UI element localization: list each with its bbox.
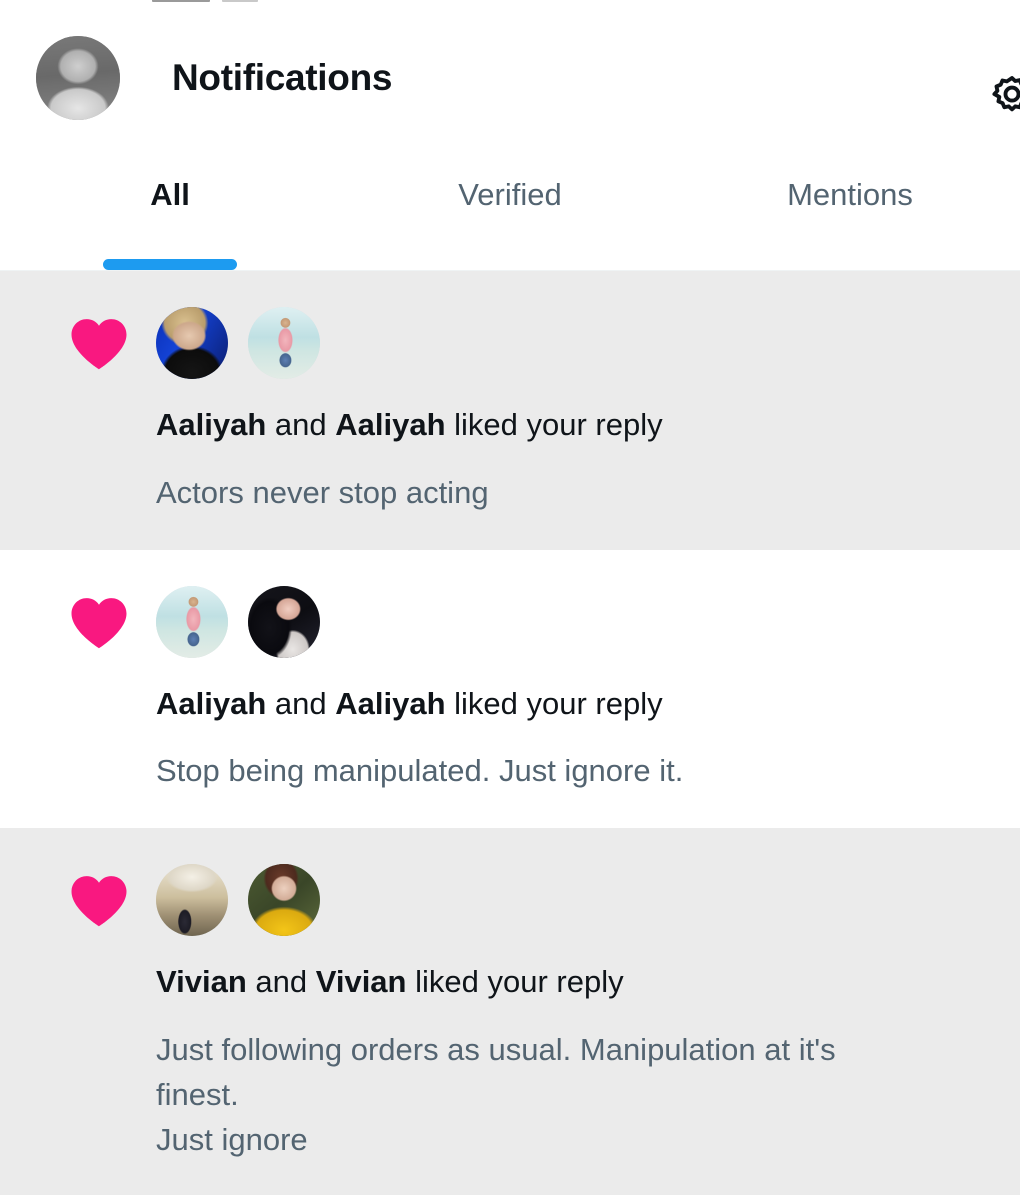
tab-active-indicator: [103, 259, 237, 270]
notification-icons-row: [68, 584, 990, 660]
notification-headline: Vivian and Vivian liked your reply: [68, 962, 990, 1002]
notification-row[interactable]: Aaliyah and Aaliyah liked your reply Sto…: [0, 549, 1020, 829]
notification-row[interactable]: Vivian and Vivian liked your reply Just …: [0, 828, 1020, 1195]
partial-element-right: [222, 0, 258, 2]
notification-headline: Aaliyah and Aaliyah liked your reply: [68, 405, 990, 445]
actor-avatars: [156, 585, 340, 658]
actor-photo: [156, 307, 228, 379]
page-title: Notifications: [172, 56, 393, 98]
actor-name-secondary: Aaliyah: [335, 407, 446, 442]
notification-body: Actors never stop acting: [156, 474, 489, 510]
tab-mentions-label: Mentions: [787, 177, 913, 212]
actor-avatar[interactable]: [156, 864, 228, 937]
actor-photo: [156, 864, 228, 937]
actor-name-primary: Aaliyah: [156, 685, 267, 721]
actor-photo: [248, 307, 320, 379]
actor-avatar[interactable]: [156, 307, 228, 379]
heart-icon: [68, 871, 130, 929]
settings-button[interactable]: [986, 70, 1020, 122]
profile-photo: [36, 35, 120, 120]
headline-conjunction: and: [266, 685, 336, 721]
headline-action: liked your reply: [445, 685, 663, 721]
actor-name-secondary: Aaliyah: [335, 685, 446, 721]
notifications-tab-bar: All Verified Mentions: [0, 145, 1020, 271]
notification-body: Stop being manipulated. Just ignore it.: [156, 753, 684, 789]
notification-headline: Aaliyah and Aaliyah liked your reply: [68, 684, 990, 724]
app-header: Notifications: [0, 10, 1020, 145]
tab-all[interactable]: All: [0, 145, 340, 270]
avatar[interactable]: [36, 35, 120, 120]
heart-icon: [68, 593, 130, 651]
actor-avatars: [156, 307, 340, 379]
actor-avatar[interactable]: [248, 585, 320, 658]
tab-all-label: All: [150, 177, 190, 212]
actor-avatar[interactable]: [248, 864, 320, 937]
tab-verified[interactable]: Verified: [340, 145, 680, 270]
actor-photo: [156, 585, 228, 658]
actor-photo: [248, 585, 320, 658]
notification-row[interactable]: Aaliyah and Aaliyah liked your reply Act…: [0, 271, 1020, 550]
actor-photo: [248, 864, 320, 937]
tab-mentions[interactable]: Mentions: [680, 145, 1020, 270]
gear-icon: [992, 76, 1020, 112]
actor-avatar[interactable]: [156, 585, 228, 658]
headline-action: liked your reply: [445, 407, 663, 442]
tab-verified-label: Verified: [458, 177, 562, 212]
actor-name-primary: Vivian: [156, 964, 247, 1000]
headline-conjunction: and: [266, 407, 336, 442]
headline-conjunction: and: [246, 964, 316, 1000]
actor-name-secondary: Vivian: [315, 964, 407, 1000]
notifications-list: Aaliyah and Aaliyah liked your reply Act…: [0, 271, 1020, 1195]
notification-body: Just following orders as usual. Manipula…: [156, 1031, 836, 1157]
partial-element-left: [152, 0, 210, 2]
actor-name-primary: Aaliyah: [156, 407, 267, 442]
cut-off-top-strip: [0, 0, 1020, 10]
actor-avatar[interactable]: [248, 307, 320, 379]
headline-action: liked your reply: [406, 964, 624, 1000]
heart-icon: [68, 314, 130, 372]
notification-icons-row: [68, 305, 990, 381]
actor-avatars: [156, 864, 340, 937]
notification-icons-row: [68, 862, 990, 938]
